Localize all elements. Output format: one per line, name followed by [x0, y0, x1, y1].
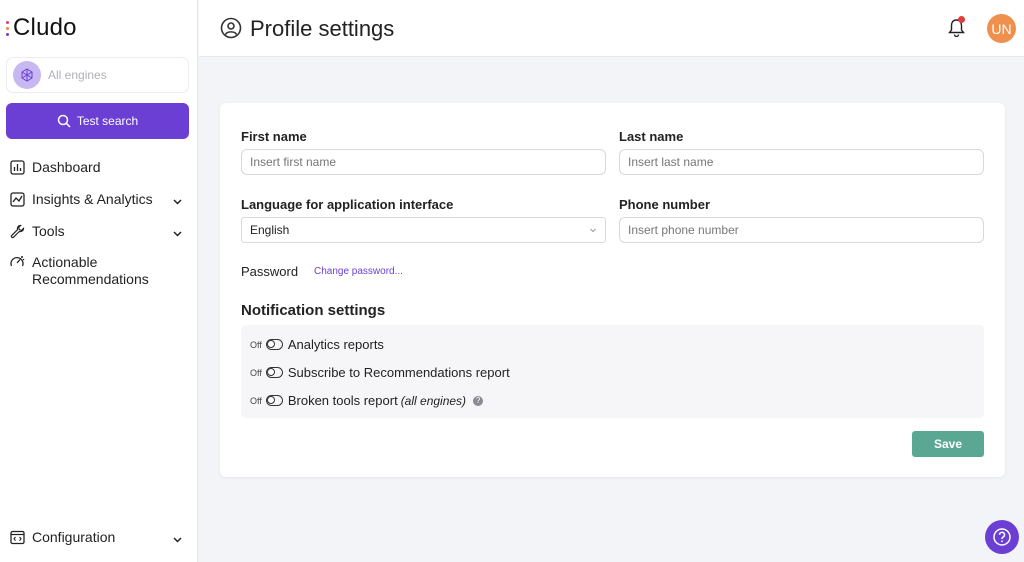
chevron-down-icon[interactable] — [172, 532, 183, 548]
sidebar-item-tools[interactable]: Tools — [9, 223, 187, 240]
change-password-link[interactable]: Change password... — [314, 266, 403, 277]
notification-dot — [958, 16, 965, 23]
notification-row-analytics: Off Analytics reports — [250, 337, 384, 352]
sidebar-item-insights[interactable]: Insights & Analytics — [9, 191, 187, 208]
notification-note: (all engines) — [400, 393, 467, 408]
notification-label: Analytics reports — [287, 337, 384, 352]
sidebar-item-label: Configuration — [32, 529, 116, 545]
notification-label: Broken tools report — [287, 393, 398, 408]
engine-selector[interactable] — [6, 57, 189, 93]
notification-settings-title: Notification settings — [241, 302, 386, 319]
language-select[interactable]: English — [241, 217, 606, 243]
chevron-down-icon[interactable] — [172, 226, 183, 242]
profile-card: First name Last name Language for applic… — [220, 103, 1005, 477]
sidebar-item-label: Actionable Recommendations — [32, 254, 149, 287]
top-header: Profile settings UN — [199, 0, 1024, 57]
phone-label: Phone number — [619, 197, 711, 212]
test-search-label: Test search — [76, 114, 139, 128]
chevron-down-icon — [589, 223, 597, 237]
broken-tools-toggle[interactable] — [265, 395, 283, 406]
search-icon — [57, 114, 71, 128]
first-name-label: First name — [241, 129, 307, 144]
language-label: Language for application interface — [241, 197, 454, 212]
last-name-label: Last name — [619, 129, 684, 144]
save-button[interactable]: Save — [912, 431, 984, 457]
engine-icon — [13, 61, 41, 89]
toggle-state: Off — [250, 395, 262, 406]
logo-dots — [6, 20, 9, 36]
sidebar-item-label: Dashboard — [32, 159, 101, 175]
speedometer-icon — [9, 254, 25, 270]
test-search-button[interactable]: Test search — [6, 103, 189, 139]
password-label: Password — [241, 264, 299, 279]
toggle-state: Off — [250, 367, 262, 378]
wrench-icon — [9, 224, 25, 240]
recommendations-report-toggle[interactable] — [265, 367, 283, 378]
bar-chart-icon — [9, 160, 25, 176]
chevron-down-icon[interactable] — [172, 194, 183, 210]
sidebar-item-configuration[interactable]: Configuration — [9, 529, 187, 546]
phone-input[interactable] — [619, 217, 984, 243]
line-chart-icon — [9, 192, 25, 208]
engine-search-input[interactable] — [48, 68, 178, 82]
logo-text: Cludo — [13, 14, 77, 41]
sidebar-item-recommendations[interactable]: Actionable Recommendations — [9, 254, 187, 288]
notification-row-broken-tools: Off Broken tools report (all engines) ? — [250, 393, 484, 408]
question-icon[interactable]: ? — [473, 395, 484, 406]
last-name-input[interactable] — [619, 149, 984, 175]
help-button[interactable] — [985, 520, 1019, 554]
avatar[interactable]: UN — [987, 14, 1016, 43]
notification-label: Subscribe to Recommendations report — [287, 365, 510, 380]
cludo-logo[interactable]: Cludo — [6, 14, 77, 42]
sidebar-item-label: Tools — [32, 223, 65, 239]
analytics-reports-toggle[interactable] — [265, 339, 283, 350]
user-circle-icon — [220, 17, 242, 44]
sidebar-item-label: Insights & Analytics — [32, 191, 153, 207]
notification-row-recommendations: Off Subscribe to Recommendations report — [250, 365, 510, 380]
toggle-state: Off — [250, 339, 262, 350]
first-name-input[interactable] — [241, 149, 606, 175]
sidebar: Cludo Test search Dashboard Insights & A… — [0, 0, 198, 562]
question-circle-icon — [993, 528, 1011, 546]
language-value: English — [250, 223, 290, 237]
code-window-icon — [9, 530, 25, 546]
sidebar-item-dashboard[interactable]: Dashboard — [9, 159, 187, 176]
notification-list: Off Analytics reports Off Subscribe to R… — [241, 325, 984, 418]
page-title: Profile settings — [250, 16, 395, 41]
